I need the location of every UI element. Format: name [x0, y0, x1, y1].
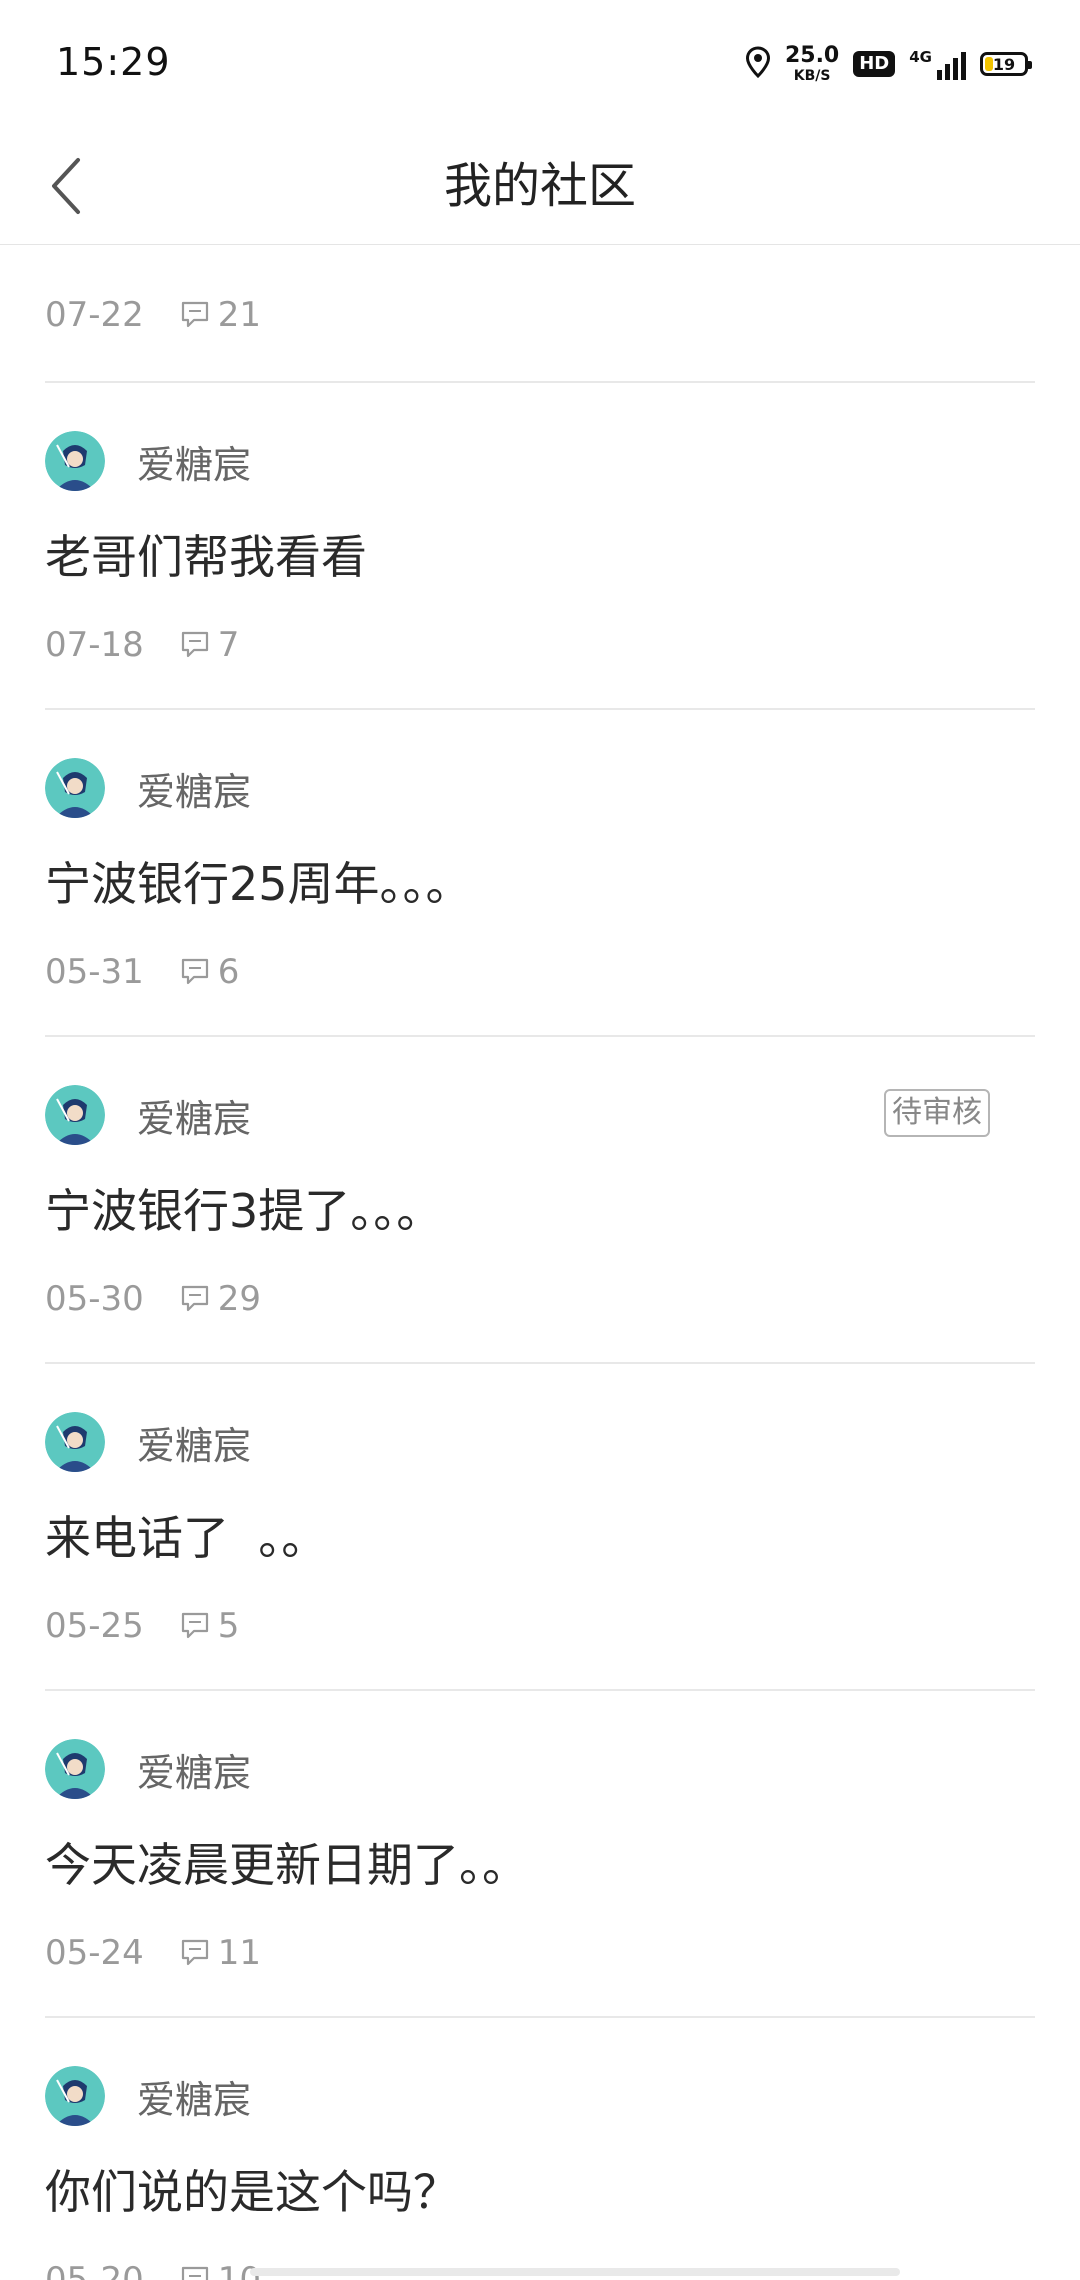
post-meta: 05-20 10	[45, 2258, 261, 2280]
post-date: 05-30	[45, 1279, 144, 1319]
pending-review-badge: 待审核	[884, 1089, 990, 1137]
post-date: 05-20	[45, 2260, 144, 2280]
list-item[interactable]: 爱糖宸 待审核 宁波银行3提了。。。 05-30 29	[45, 1037, 1035, 1364]
location-icon	[745, 46, 771, 82]
comment-count: 21	[180, 295, 261, 335]
comment-count: 6	[180, 952, 240, 992]
comment-icon	[181, 1285, 208, 1312]
status-icons: 25.0 KB/S HD 4G 19	[745, 43, 1032, 84]
list-item[interactable]: 爱糖宸 来电话了 。。 05-25 5	[45, 1364, 1035, 1691]
back-button[interactable]	[30, 150, 102, 222]
post-title[interactable]: 你们说的是这个吗？	[45, 2156, 459, 2222]
avatar[interactable]	[45, 2066, 105, 2126]
avatar[interactable]	[45, 1412, 105, 1472]
post-title[interactable]: 宁波银行25周年。。。	[45, 848, 472, 914]
post-meta: 07-18 7	[45, 623, 239, 667]
post-date: 05-25	[45, 1606, 144, 1646]
list-item[interactable]: 爱糖宸 你们说的是这个吗？ 05-20 10	[45, 2018, 1035, 2280]
post-meta: 07-22 21	[45, 293, 261, 337]
network-speed: 25.0 KB/S	[784, 43, 840, 84]
post-date: 07-22	[45, 295, 144, 335]
list-item[interactable]: 爱糖宸 老哥们帮我看看 07-18 7	[45, 383, 1035, 710]
comment-count-value: 5	[217, 1606, 240, 1646]
nav-bar: 我的社区	[0, 128, 1080, 245]
comment-icon	[181, 301, 208, 328]
list-item[interactable]: 爱糖宸 今天凌晨更新日期了。。 05-24 11	[45, 1691, 1035, 2018]
battery-icon: 19	[980, 52, 1032, 76]
chevron-left-icon	[52, 158, 80, 214]
comment-count-value: 7	[217, 625, 240, 665]
network-speed-value: 25.0	[784, 43, 840, 68]
post-meta: 05-31 6	[45, 950, 239, 994]
author-row: 爱糖宸	[45, 1412, 251, 1472]
post-meta: 05-30 29	[45, 1277, 261, 1321]
network-speed-unit: KB/S	[793, 68, 831, 84]
list-item-partial[interactable]: 07-22 21	[45, 245, 1035, 383]
my-community-screen: 15:29 25.0 KB/S HD 4G 19 我的社区 07-22 21 爱…	[0, 0, 1080, 2280]
author-name[interactable]: 爱糖宸	[137, 434, 251, 489]
comment-icon	[181, 958, 208, 985]
post-title[interactable]: 来电话了 。。	[45, 1502, 327, 1568]
comment-icon	[181, 2266, 208, 2280]
list-item[interactable]: 爱糖宸 宁波银行25周年。。。 05-31 6	[45, 710, 1035, 1037]
author-name[interactable]: 爱糖宸	[137, 1088, 251, 1143]
signal-icon: 4G	[909, 48, 966, 80]
avatar[interactable]	[45, 431, 105, 491]
post-date: 05-31	[45, 952, 144, 992]
post-meta: 05-25 5	[45, 1604, 239, 1648]
author-name[interactable]: 爱糖宸	[137, 1742, 251, 1797]
author-row: 爱糖宸	[45, 431, 251, 491]
post-title[interactable]: 今天凌晨更新日期了。。	[45, 1829, 528, 1895]
post-title[interactable]: 老哥们帮我看看	[45, 521, 367, 587]
post-list[interactable]: 07-22 21 爱糖宸 老哥们帮我看看 07-18 7 爱糖宸 宁波银行25周…	[0, 245, 1080, 2280]
author-row: 爱糖宸	[45, 1739, 251, 1799]
comment-count: 7	[180, 625, 240, 665]
comment-count-value: 21	[217, 295, 262, 335]
post-title[interactable]: 宁波银行3提了。。。	[45, 1175, 442, 1241]
status-time: 15:29	[56, 40, 171, 84]
comment-count-value: 6	[217, 952, 240, 992]
author-name[interactable]: 爱糖宸	[137, 1415, 251, 1470]
comment-icon	[181, 1612, 208, 1639]
author-name[interactable]: 爱糖宸	[137, 2069, 251, 2124]
post-meta: 05-24 11	[45, 1931, 261, 1975]
comment-count: 5	[180, 1606, 240, 1646]
comment-count-value: 29	[217, 1279, 262, 1319]
avatar[interactable]	[45, 1739, 105, 1799]
avatar[interactable]	[45, 758, 105, 818]
page-title: 我的社区	[443, 158, 636, 214]
author-row: 爱糖宸	[45, 1085, 251, 1145]
comment-count: 11	[180, 1933, 261, 1973]
scroll-indicator	[250, 2268, 900, 2276]
author-row: 爱糖宸	[45, 2066, 251, 2126]
avatar[interactable]	[45, 1085, 105, 1145]
status-bar: 15:29 25.0 KB/S HD 4G 19	[0, 0, 1080, 128]
comment-icon	[181, 1939, 208, 1966]
comment-count: 10	[180, 2260, 261, 2280]
hd-badge: HD	[853, 51, 896, 77]
post-date: 07-18	[45, 625, 144, 665]
comment-count: 29	[180, 1279, 261, 1319]
network-type: 4G	[909, 48, 932, 66]
comment-icon	[181, 631, 208, 658]
comment-count-value: 11	[217, 1933, 262, 1973]
author-name[interactable]: 爱糖宸	[137, 761, 251, 816]
post-date: 05-24	[45, 1933, 144, 1973]
author-row: 爱糖宸	[45, 758, 251, 818]
battery-level: 19	[992, 54, 1016, 74]
